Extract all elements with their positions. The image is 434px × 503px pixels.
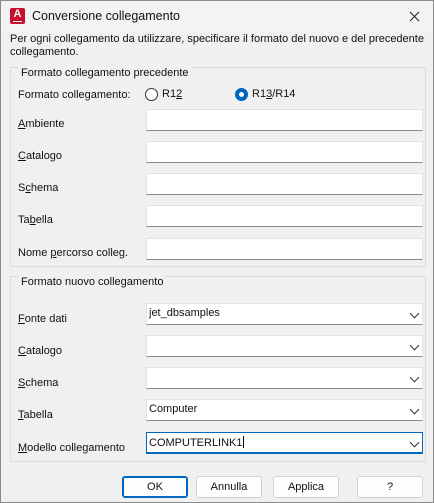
ok-button[interactable]: OK bbox=[122, 476, 188, 498]
old-link-path-label: Nome percorso colleg. bbox=[18, 247, 129, 259]
radio-r13-r14-circle[interactable] bbox=[235, 88, 248, 101]
new-tabella-label: Tabella bbox=[18, 409, 53, 421]
old-link-format-group: Formato collegamento precedente Formato … bbox=[10, 67, 426, 267]
link-template-value: COMPUTERLINK1 bbox=[149, 437, 243, 449]
cancel-button[interactable]: Annulla bbox=[196, 476, 262, 498]
new-data-source-label: Fonte dati bbox=[18, 313, 67, 325]
old-schema-label: Schema bbox=[18, 182, 59, 194]
title-bar: A Conversione collegamento bbox=[1, 1, 433, 32]
chevron-down-icon[interactable] bbox=[409, 437, 420, 448]
autocad-app-icon: A bbox=[10, 8, 25, 24]
new-catalogo-select[interactable] bbox=[146, 335, 423, 357]
old-tabella-field[interactable] bbox=[146, 205, 423, 227]
old-ambiente-label: Ambiente bbox=[18, 118, 65, 130]
radio-r12-label: R12 bbox=[162, 88, 183, 100]
new-link-format-group: Formato nuovo collegamento Fonte dati je… bbox=[10, 276, 426, 462]
chevron-down-icon[interactable] bbox=[409, 372, 420, 383]
text-caret bbox=[242, 436, 244, 448]
new-schema-label: Schema bbox=[18, 377, 59, 389]
old-ambiente-field[interactable] bbox=[146, 109, 423, 131]
close-icon[interactable] bbox=[399, 3, 429, 30]
new-catalogo-label: Catalogo bbox=[18, 345, 63, 357]
new-link-format-legend: Formato nuovo collegamento bbox=[18, 276, 167, 288]
link-format-label: Formato collegamento: bbox=[18, 89, 131, 101]
link-template-label: Modello collegamento bbox=[18, 442, 126, 454]
old-catalogo-label: Catalogo bbox=[18, 150, 63, 162]
data-source-value: jet_dbsamples bbox=[149, 307, 220, 319]
link-template-combobox[interactable]: COMPUTERLINK1 bbox=[146, 432, 423, 454]
chevron-down-icon[interactable] bbox=[409, 404, 420, 415]
apply-button[interactable]: Applica bbox=[273, 476, 339, 498]
new-schema-select[interactable] bbox=[146, 367, 423, 389]
new-tabella-value: Computer bbox=[149, 403, 198, 415]
chevron-down-icon[interactable] bbox=[409, 340, 420, 351]
new-tabella-select[interactable]: Computer bbox=[146, 399, 423, 421]
old-link-format-legend: Formato collegamento precedente bbox=[18, 67, 192, 79]
radio-r12-circle[interactable] bbox=[145, 88, 158, 101]
help-button[interactable]: ? bbox=[357, 476, 423, 498]
old-tabella-label: Tabella bbox=[18, 214, 53, 226]
dialog-title: Conversione collegamento bbox=[32, 9, 181, 23]
old-link-path-field[interactable] bbox=[146, 238, 423, 260]
intro-text: Per ogni collegamento da utilizzare, spe… bbox=[10, 33, 424, 58]
data-source-select[interactable]: jet_dbsamples bbox=[146, 303, 423, 325]
radio-r13-r14-label: R13/R14 bbox=[252, 88, 296, 100]
old-schema-field[interactable] bbox=[146, 173, 423, 195]
chevron-down-icon[interactable] bbox=[409, 308, 420, 319]
old-catalogo-field[interactable] bbox=[146, 141, 423, 163]
dialog-window: A Conversione collegamento Per ogni coll… bbox=[0, 0, 434, 503]
